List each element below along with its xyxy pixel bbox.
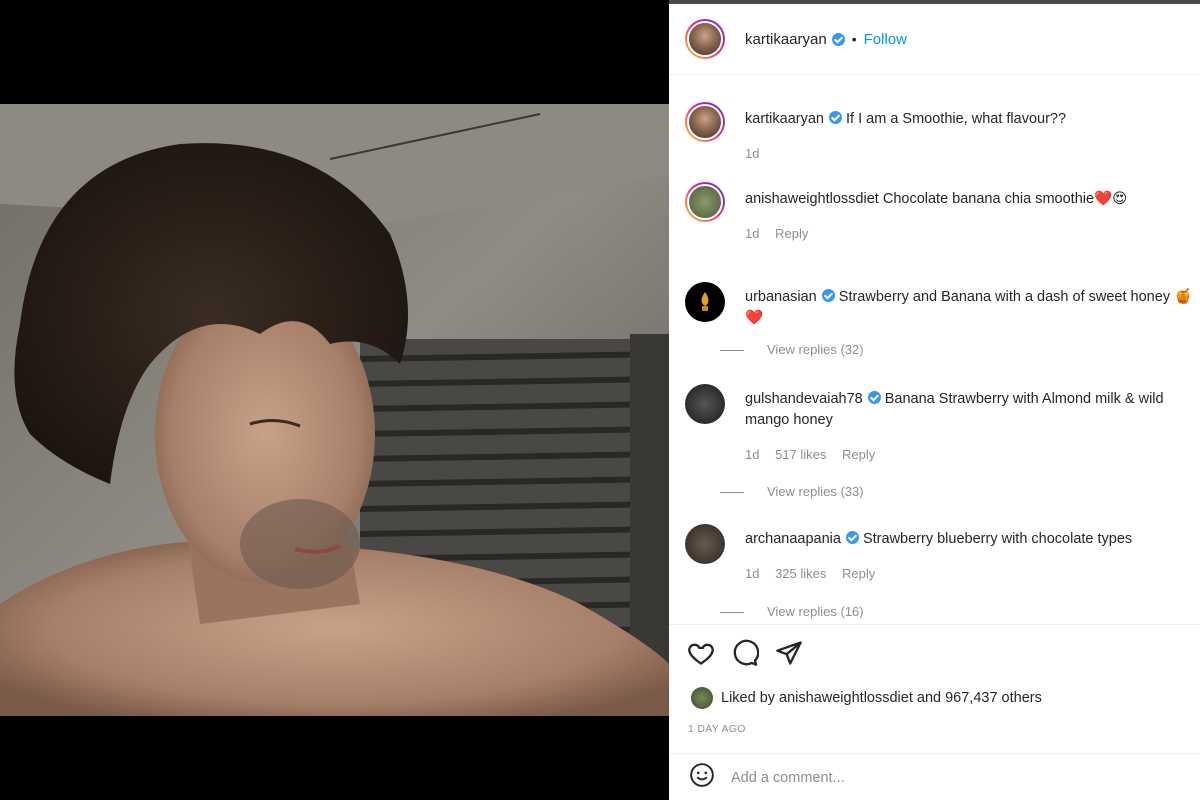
verified-badge-icon	[845, 531, 859, 544]
comment-likes[interactable]: 517 likes	[775, 447, 826, 462]
reply-button[interactable]: Reply	[842, 566, 875, 581]
verified-badge-icon	[821, 289, 835, 302]
comment-username[interactable]: gulshandevaiah78	[745, 391, 863, 407]
separator-dot: •	[851, 31, 857, 47]
comment-meta: 1d Reply	[745, 226, 820, 241]
action-icons	[687, 639, 803, 672]
comment-username[interactable]: anishaweightlossdiet	[745, 191, 879, 207]
post-time[interactable]: 1 DAY AGO	[688, 723, 746, 735]
verified-badge-icon	[828, 111, 842, 124]
comment-avatar[interactable]	[685, 282, 725, 322]
comment-time[interactable]: 1d	[745, 146, 759, 161]
view-replies-button[interactable]: View replies (33)	[720, 484, 864, 499]
follow-button[interactable]: Follow	[864, 31, 907, 48]
post-actions: Liked by anishaweightlossdiet and 967,43…	[669, 624, 1200, 800]
post-media	[0, 0, 669, 800]
comment-meta: 1d	[745, 146, 771, 161]
likes-summary: Liked by anishaweightlossdiet and 967,43…	[691, 687, 1042, 709]
post-photo[interactable]	[0, 104, 669, 716]
verified-badge-icon	[867, 391, 881, 404]
comment-likes[interactable]: 325 likes	[775, 566, 826, 581]
comment-text: Strawberry and Banana with a dash of swe…	[838, 289, 1171, 305]
comment-time[interactable]: 1d	[745, 226, 759, 241]
comment-text: Chocolate banana chia smoothie	[882, 191, 1095, 207]
comment-avatar[interactable]	[685, 384, 725, 424]
view-replies-button[interactable]: View replies (32)	[720, 342, 864, 357]
comment-input[interactable]	[731, 769, 1131, 786]
reply-button[interactable]: Reply	[842, 447, 875, 462]
comment-text: If I am a Smoothie, what flavour??	[846, 111, 1067, 127]
comment-avatar[interactable]	[685, 182, 725, 222]
comment-username[interactable]: archanaapania	[745, 531, 841, 547]
author-username[interactable]: kartikaaryan	[745, 31, 827, 48]
comment-meta: 1d 325 likes Reply	[745, 566, 887, 581]
comment-meta: 1d 517 likes Reply	[745, 447, 887, 462]
add-comment-bar	[669, 753, 1200, 800]
post-header: kartikaaryan • Follow	[669, 4, 1200, 75]
reply-button[interactable]: Reply	[775, 226, 808, 241]
liked-by-others[interactable]: and 967,437 others	[917, 690, 1042, 706]
view-replies-button[interactable]: View replies (16)	[720, 604, 864, 619]
comment-username[interactable]: kartikaaryan	[745, 111, 824, 127]
liked-by-prefix: Liked by	[721, 690, 776, 706]
author-avatar[interactable]	[685, 19, 725, 59]
comment-avatar[interactable]	[685, 524, 725, 564]
comment-time[interactable]: 1d	[745, 447, 759, 462]
heart-icon[interactable]	[687, 639, 715, 672]
comment-text: Strawberry blueberry with chocolate type…	[862, 531, 1133, 547]
comment-avatar[interactable]	[685, 102, 725, 142]
comment-icon[interactable]	[731, 639, 760, 672]
liked-by-user[interactable]: anishaweightlossdiet	[779, 690, 913, 706]
comment-time[interactable]: 1d	[745, 566, 759, 581]
verified-badge-icon	[831, 32, 845, 46]
post-side-panel: kartikaaryan • Follow kartikaaryan If I …	[669, 4, 1200, 800]
comment-username[interactable]: urbanasian	[745, 289, 817, 305]
share-icon[interactable]	[775, 639, 803, 672]
liker-avatar[interactable]	[691, 687, 713, 709]
comment-emoji: ❤️😍	[1094, 191, 1128, 207]
comments-list[interactable]: kartikaaryan If I am a Smoothie, what fl…	[669, 76, 1200, 624]
emoji-icon[interactable]	[689, 762, 715, 793]
